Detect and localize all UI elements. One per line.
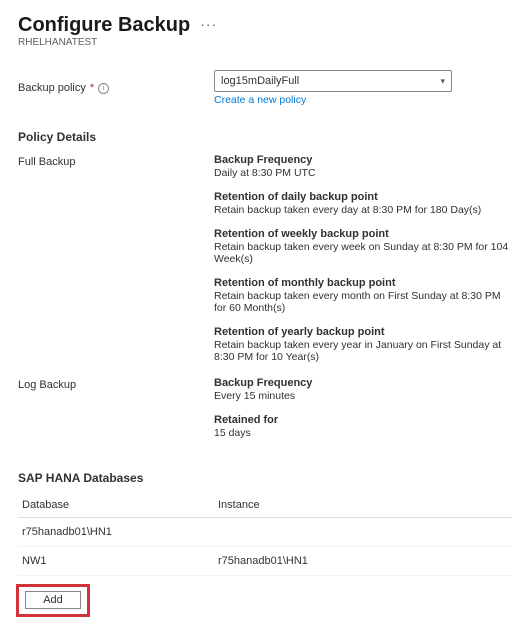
detail-sub: Retain backup taken every day at 8:30 PM… [214,204,512,216]
more-icon[interactable]: ··· [200,17,217,35]
chevron-down-icon: ▾ [440,76,445,87]
create-policy-link[interactable]: Create a new policy [214,94,306,106]
info-icon[interactable]: i [98,83,109,94]
backup-policy-label: Backup policy * i [18,82,214,94]
detail-sub: Every 15 minutes [214,390,512,402]
table-row[interactable]: r75hanadb01\HN1 [18,518,512,547]
detail-sub: Retain backup taken every month on First… [214,290,512,314]
backup-policy-selected-value: log15mDailyFull [221,75,299,87]
detail-title: Retention of monthly backup point [214,277,512,289]
detail-sub: Daily at 8:30 PM UTC [214,167,512,179]
detail-title: Retained for [214,414,512,426]
backup-policy-label-text: Backup policy [18,82,86,94]
cell-database: NW1 [18,547,214,576]
required-marker: * [90,82,94,94]
log-backup-label: Log Backup [18,377,214,451]
detail-title: Retention of weekly backup point [214,228,512,240]
detail-sub: 15 days [214,427,512,439]
cell-instance: r75hanadb01\HN1 [214,547,512,576]
add-button[interactable]: Add [25,591,81,609]
highlight-annotation: Add [16,584,90,617]
detail-sub: Retain backup taken every week on Sunday… [214,241,512,265]
col-database: Database [18,493,214,518]
sap-hana-databases-heading: SAP HANA Databases [18,471,512,485]
databases-table: Database Instance r75hanadb01\HN1 NW1 r7… [18,493,512,576]
page-title: Configure Backup [18,14,190,37]
detail-title: Backup Frequency [214,377,512,389]
col-instance: Instance [214,493,512,518]
detail-sub: Retain backup taken every year in Januar… [214,339,512,363]
backup-policy-select[interactable]: log15mDailyFull ▾ [214,70,452,92]
cell-database: r75hanadb01\HN1 [18,518,214,547]
full-backup-label: Full Backup [18,154,214,375]
detail-title: Backup Frequency [214,154,512,166]
policy-details-heading: Policy Details [18,130,512,144]
detail-title: Retention of daily backup point [214,191,512,203]
detail-title: Retention of yearly backup point [214,326,512,338]
page-subtitle: RHELHANATEST [18,37,512,48]
table-row[interactable]: NW1 r75hanadb01\HN1 [18,547,512,576]
cell-instance [214,518,512,547]
